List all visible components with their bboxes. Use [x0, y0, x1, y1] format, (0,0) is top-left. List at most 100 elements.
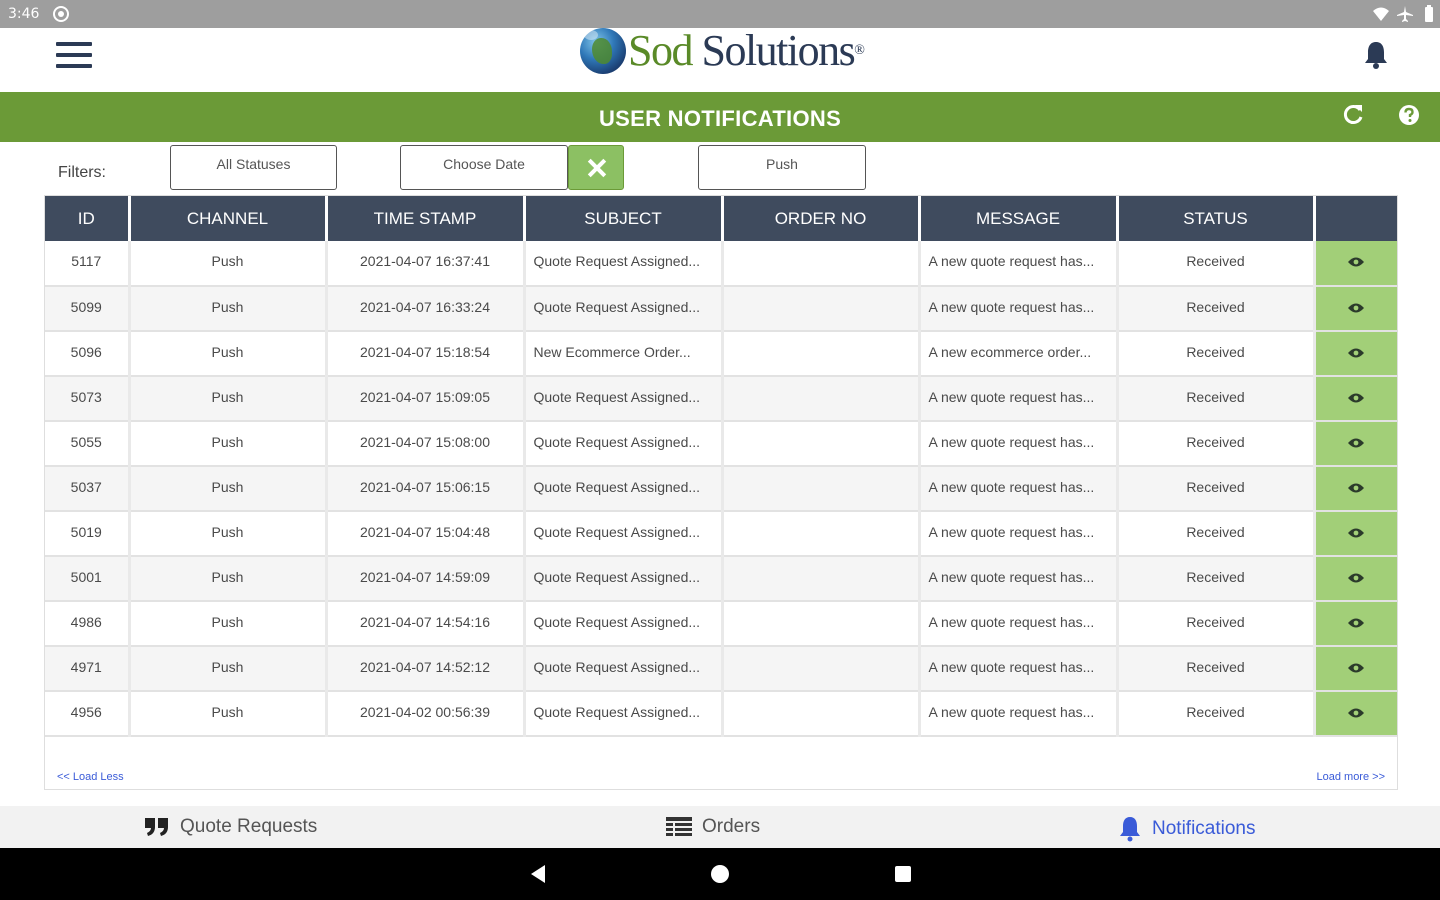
page-title: USER NOTIFICATIONS — [598, 106, 842, 131]
list-icon — [666, 817, 692, 836]
subject-cell: Quote Request Assigned... — [524, 556, 724, 602]
table-header-row: ID CHANNEL TIME STAMP SUBJECT ORDER NO M… — [45, 196, 1397, 241]
eye-icon — [1348, 393, 1365, 403]
battery-icon — [1425, 5, 1433, 22]
column-header-message[interactable]: MESSAGE — [919, 196, 1119, 241]
column-header-status[interactable]: STATUS — [1117, 196, 1316, 241]
subject-cell: Quote Request Assigned... — [524, 466, 724, 512]
table-row[interactable]: 4956 Push 2021-04-02 00:56:39 Quote Request… — [45, 691, 1397, 737]
status-cell: Received — [1117, 601, 1316, 647]
app-bar: Sod Solutions® — [0, 28, 1440, 92]
eye-icon — [1348, 528, 1365, 538]
timestamp-cell: 2021-04-07 15:18:54 — [326, 331, 526, 377]
subject-cell: Quote Request Assigned... — [524, 646, 724, 692]
eye-icon — [1348, 573, 1365, 583]
order-no-cell — [722, 376, 921, 422]
message-cell: A new quote request has... — [919, 556, 1119, 602]
column-header-subject[interactable]: SUBJECT — [524, 196, 724, 241]
subject-cell: Quote Request Assigned... — [524, 601, 724, 647]
title-bar: USER NOTIFICATIONS — [0, 92, 1440, 142]
channel-cell: Push — [129, 646, 328, 692]
view-button[interactable] — [1314, 511, 1397, 557]
menu-icon[interactable] — [56, 42, 92, 72]
channel-filter[interactable]: Push — [698, 145, 866, 190]
load-more-link[interactable]: Load more >> — [1317, 771, 1386, 783]
timestamp-cell: 2021-04-07 14:54:16 — [326, 601, 526, 647]
view-button[interactable] — [1314, 331, 1397, 377]
column-header-channel[interactable]: CHANNEL — [129, 196, 328, 241]
recents-icon[interactable] — [893, 864, 913, 884]
status-time: 3:46 — [8, 6, 40, 22]
order-no-cell — [722, 286, 921, 332]
message-cell: A new quote request has... — [919, 376, 1119, 422]
message-cell: A new quote request has... — [919, 691, 1119, 737]
id-cell: 4986 — [45, 601, 131, 647]
id-cell: 5096 — [45, 331, 131, 377]
order-no-cell — [722, 241, 921, 287]
view-button[interactable] — [1314, 466, 1397, 512]
subject-cell: Quote Request Assigned... — [524, 421, 724, 467]
back-icon[interactable] — [528, 864, 548, 884]
channel-cell: Push — [129, 421, 328, 467]
column-header-id[interactable]: ID — [45, 196, 131, 241]
status-filter[interactable]: All Statuses — [170, 145, 337, 190]
load-less-link[interactable]: << Load Less — [57, 771, 124, 783]
order-no-cell — [722, 421, 921, 467]
table-row[interactable]: 5096 Push 2021-04-07 15:18:54 New Ecommerce… — [45, 331, 1397, 377]
view-button[interactable] — [1314, 556, 1397, 602]
table-row[interactable]: 5099 Push 2021-04-07 16:33:24 Quote Request… — [45, 286, 1397, 332]
view-button[interactable] — [1314, 376, 1397, 422]
view-button[interactable] — [1314, 421, 1397, 467]
table-row[interactable]: 5001 Push 2021-04-07 14:59:09 Quote Request… — [45, 556, 1397, 602]
order-no-cell — [722, 466, 921, 512]
table-row[interactable]: 5055 Push 2021-04-07 15:08:00 Quote Request… — [45, 421, 1397, 467]
bell-icon[interactable] — [1362, 40, 1390, 70]
table-row[interactable]: 5037 Push 2021-04-07 15:06:15 Quote Request… — [45, 466, 1397, 512]
refresh-icon[interactable] — [1340, 102, 1366, 128]
filters-label: Filters: — [58, 164, 106, 181]
eye-icon — [1348, 618, 1365, 628]
system-navigation-bar — [0, 848, 1440, 900]
table-row[interactable]: 5019 Push 2021-04-07 15:04:48 Quote Request… — [45, 511, 1397, 557]
column-header-order-no[interactable]: ORDER NO — [722, 196, 921, 241]
message-cell: A new quote request has... — [919, 646, 1119, 692]
view-button[interactable] — [1314, 286, 1397, 332]
subject-cell: Quote Request Assigned... — [524, 691, 724, 737]
status-cell: Received — [1117, 376, 1316, 422]
table-scroll-area[interactable]: ID CHANNEL TIME STAMP SUBJECT ORDER NO M… — [45, 196, 1397, 751]
table-row[interactable]: 5117 Push 2021-04-07 16:37:41 Quote Request… — [45, 241, 1397, 287]
id-cell: 4971 — [45, 646, 131, 692]
eye-icon — [1348, 708, 1365, 718]
nav-quote-requests[interactable]: Quote Requests — [144, 816, 317, 842]
table-row[interactable]: 4971 Push 2021-04-07 14:52:12 Quote Request… — [45, 646, 1397, 692]
date-filter[interactable]: Choose Date — [400, 145, 568, 190]
view-button[interactable] — [1314, 241, 1397, 287]
channel-cell: Push — [129, 466, 328, 512]
notification-status-icon — [53, 6, 69, 22]
status-cell: Received — [1117, 691, 1316, 737]
bottom-navigation: Quote Requests Orders Notifications — [0, 806, 1440, 848]
nav-orders[interactable]: Orders — [666, 816, 760, 842]
status-cell: Received — [1117, 421, 1316, 467]
table-row[interactable]: 5073 Push 2021-04-07 15:09:05 Quote Request… — [45, 376, 1397, 422]
view-button[interactable] — [1314, 646, 1397, 692]
view-button[interactable] — [1314, 691, 1397, 737]
status-cell: Received — [1117, 286, 1316, 332]
timestamp-cell: 2021-04-02 00:56:39 — [326, 691, 526, 737]
order-no-cell — [722, 601, 921, 647]
message-cell: A new quote request has... — [919, 241, 1119, 287]
clear-date-button[interactable] — [568, 145, 624, 190]
help-icon[interactable] — [1398, 104, 1420, 126]
eye-icon — [1348, 483, 1365, 493]
airplane-icon — [1397, 6, 1413, 22]
column-header-timestamp[interactable]: TIME STAMP — [326, 196, 526, 241]
order-no-cell — [722, 511, 921, 557]
view-button[interactable] — [1314, 601, 1397, 647]
home-icon[interactable] — [710, 864, 730, 884]
status-cell: Received — [1117, 331, 1316, 377]
nav-notifications[interactable]: Notifications — [1118, 816, 1256, 842]
eye-icon — [1348, 438, 1365, 448]
message-cell: A new quote request has... — [919, 421, 1119, 467]
table-row[interactable]: 4986 Push 2021-04-07 14:54:16 Quote Request… — [45, 601, 1397, 647]
timestamp-cell: 2021-04-07 15:04:48 — [326, 511, 526, 557]
